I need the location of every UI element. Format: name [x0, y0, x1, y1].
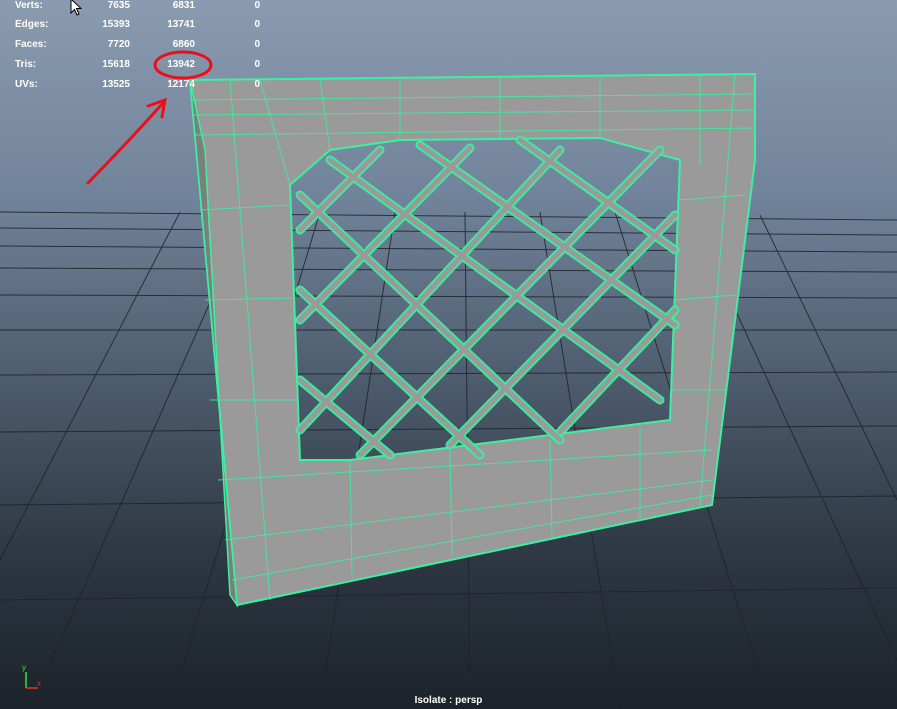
hud-value: 0 — [254, 79, 260, 90]
hud-value: 0 — [254, 39, 260, 50]
hud-label: Edges: — [15, 19, 49, 30]
hud-value: 0 — [254, 19, 260, 30]
hud-row-tris: Tris: 15618 13942 0 — [0, 59, 270, 71]
hud-value: 6831 — [172, 0, 195, 11]
hud-label: UVs: — [15, 79, 38, 90]
hud-value: 7720 — [107, 39, 130, 50]
hud-value: 0 — [254, 0, 260, 11]
hud-value: 0 — [254, 59, 260, 70]
hud-row-edges: Edges: 15393 13741 0 — [0, 19, 270, 31]
hud-label: Verts: — [15, 0, 43, 11]
hud-row-verts: Verts: 7635 6831 0 — [0, 0, 270, 12]
axis-y-label: y — [22, 663, 26, 672]
viewport-camera-label: Isolate : persp — [414, 695, 483, 706]
poly-count-hud: Verts: 7635 6831 0 Edges: 15393 13741 0 … — [0, 0, 270, 100]
hud-row-uvs: UVs: 13525 12174 0 — [0, 79, 270, 91]
annotation-arrow — [86, 97, 167, 185]
hud-label: Tris: — [15, 59, 37, 70]
hud-value: 6860 — [172, 39, 195, 50]
hud-label: Faces: — [15, 39, 47, 50]
hud-value: 15393 — [102, 19, 130, 30]
axis-x-label: x — [37, 679, 41, 688]
hud-value: 13741 — [167, 19, 195, 30]
hud-value: 13942 — [167, 59, 195, 70]
hud-row-faces: Faces: 7720 6860 0 — [0, 39, 270, 51]
viewport-3d[interactable] — [0, 0, 897, 709]
hud-value: 12174 — [167, 79, 195, 90]
hud-value: 13525 — [102, 79, 130, 90]
hud-value: 15618 — [102, 59, 130, 70]
mouse-cursor-icon — [70, 0, 83, 16]
